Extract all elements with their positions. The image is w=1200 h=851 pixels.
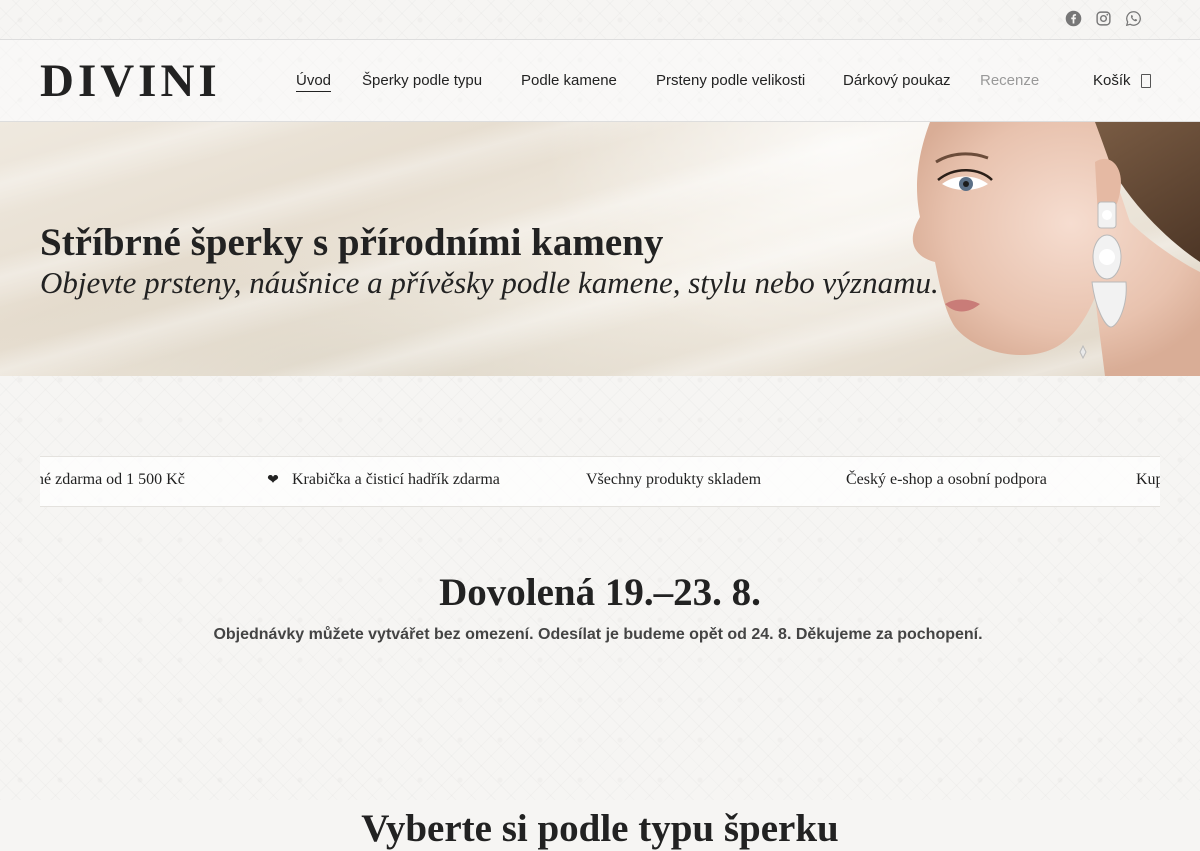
ticker-item-support: Český e-shop a osobní podpora <box>820 471 1047 489</box>
nav-item-uvod[interactable]: Úvod <box>296 72 332 92</box>
heart-icon: ❤ <box>267 472 279 488</box>
facebook-icon[interactable] <box>1065 10 1082 27</box>
cart-icon <box>1140 74 1151 88</box>
social-links <box>1065 10 1142 27</box>
ticker-text: Kupu <box>1136 471 1160 488</box>
logo[interactable]: DIVINI <box>40 54 221 108</box>
top-bar <box>0 0 1200 40</box>
ticker-item-voucher: Kupu <box>1110 471 1160 489</box>
section-title: Vyberte si podle typu šperku <box>361 807 839 851</box>
instagram-icon[interactable] <box>1095 10 1112 27</box>
ticker-text: Český e-shop a osobní podpora <box>846 471 1047 488</box>
hero-title: Stříbrné šperky s přírodními kameny <box>40 221 664 265</box>
ticker-item-box: ❤ Krabička a čisticí hadřík zdarma <box>266 471 500 489</box>
ticker-text: Krabička a čisticí hadřík zdarma <box>292 471 500 488</box>
nav-item-darkovy-poukaz[interactable]: Dárkový poukaz <box>843 72 951 89</box>
vacation-text: Objednávky můžete vytvářet bez omezení. … <box>213 626 983 643</box>
cart-button[interactable]: Košík <box>1093 72 1151 89</box>
benefits-ticker: ovné zdarma od 1 500 Kč ❤ Krabička a čis… <box>40 456 1160 507</box>
ticker-text: Všechny produkty skladem <box>586 471 762 488</box>
nav-item-prsteny-podle-velikosti[interactable]: Prsteny podle velikosti <box>656 72 805 89</box>
nav-item-podle-kamene[interactable]: Podle kamene <box>521 72 617 89</box>
vacation-title: Dovolená 19.–23. 8. <box>439 571 761 615</box>
cart-label: Košík <box>1093 72 1131 89</box>
site-header: DIVINI Úvod Šperky podle typu Podle kame… <box>0 40 1200 122</box>
whatsapp-icon[interactable] <box>1125 10 1142 27</box>
nav-item-sperky-podle-typu[interactable]: Šperky podle typu <box>362 72 482 89</box>
hero-model-image <box>912 122 1200 376</box>
ticker-text: ovné zdarma od 1 500 Kč <box>40 471 185 488</box>
ticker-item-stock: Všechny produkty skladem <box>560 471 761 489</box>
ticker-item-shipping: ovné zdarma od 1 500 Kč <box>40 471 185 489</box>
hero-banner: Stříbrné šperky s přírodními kameny Obje… <box>0 122 1200 376</box>
nav-item-recenze[interactable]: Recenze <box>980 72 1039 89</box>
hero-subtitle: Objevte prsteny, náušnice a přívěsky pod… <box>40 265 939 300</box>
